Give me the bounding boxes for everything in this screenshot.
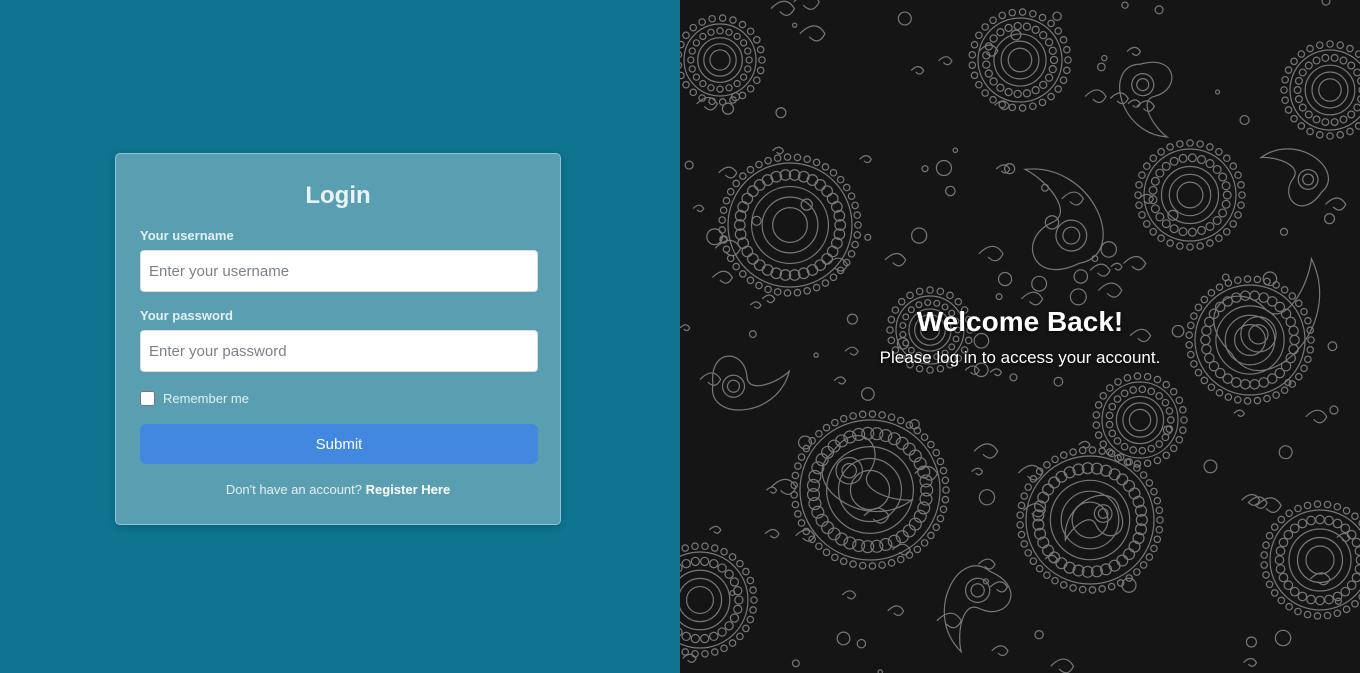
password-label: Your password xyxy=(140,308,233,323)
remember-row: Remember me xyxy=(140,390,536,407)
welcome-panel: Welcome Back! Please log in to access yo… xyxy=(680,0,1360,673)
username-label: Your username xyxy=(140,228,234,243)
register-link[interactable]: Register Here xyxy=(366,482,451,497)
submit-button[interactable]: Submit xyxy=(140,424,538,464)
register-prompt: Don't have an account? xyxy=(225,482,363,497)
remember-label[interactable]: Remember me xyxy=(163,391,249,406)
welcome-title: Welcome Back! xyxy=(916,306,1124,337)
login-page: Login Your username Your password Rememb… xyxy=(0,0,1360,673)
login-card: Login Your username Your password Rememb… xyxy=(115,153,561,525)
login-panel: Login Your username Your password Rememb… xyxy=(0,0,680,673)
login-title: Login xyxy=(305,182,371,209)
username-input[interactable] xyxy=(140,250,538,292)
password-input[interactable] xyxy=(140,330,538,372)
remember-checkbox[interactable] xyxy=(140,391,155,406)
register-row: Don't have an account? Register Here xyxy=(140,482,536,497)
welcome-block: Welcome Back! Please log in to access yo… xyxy=(680,303,1360,369)
welcome-subtitle: Please log in to access your account. xyxy=(879,348,1161,367)
